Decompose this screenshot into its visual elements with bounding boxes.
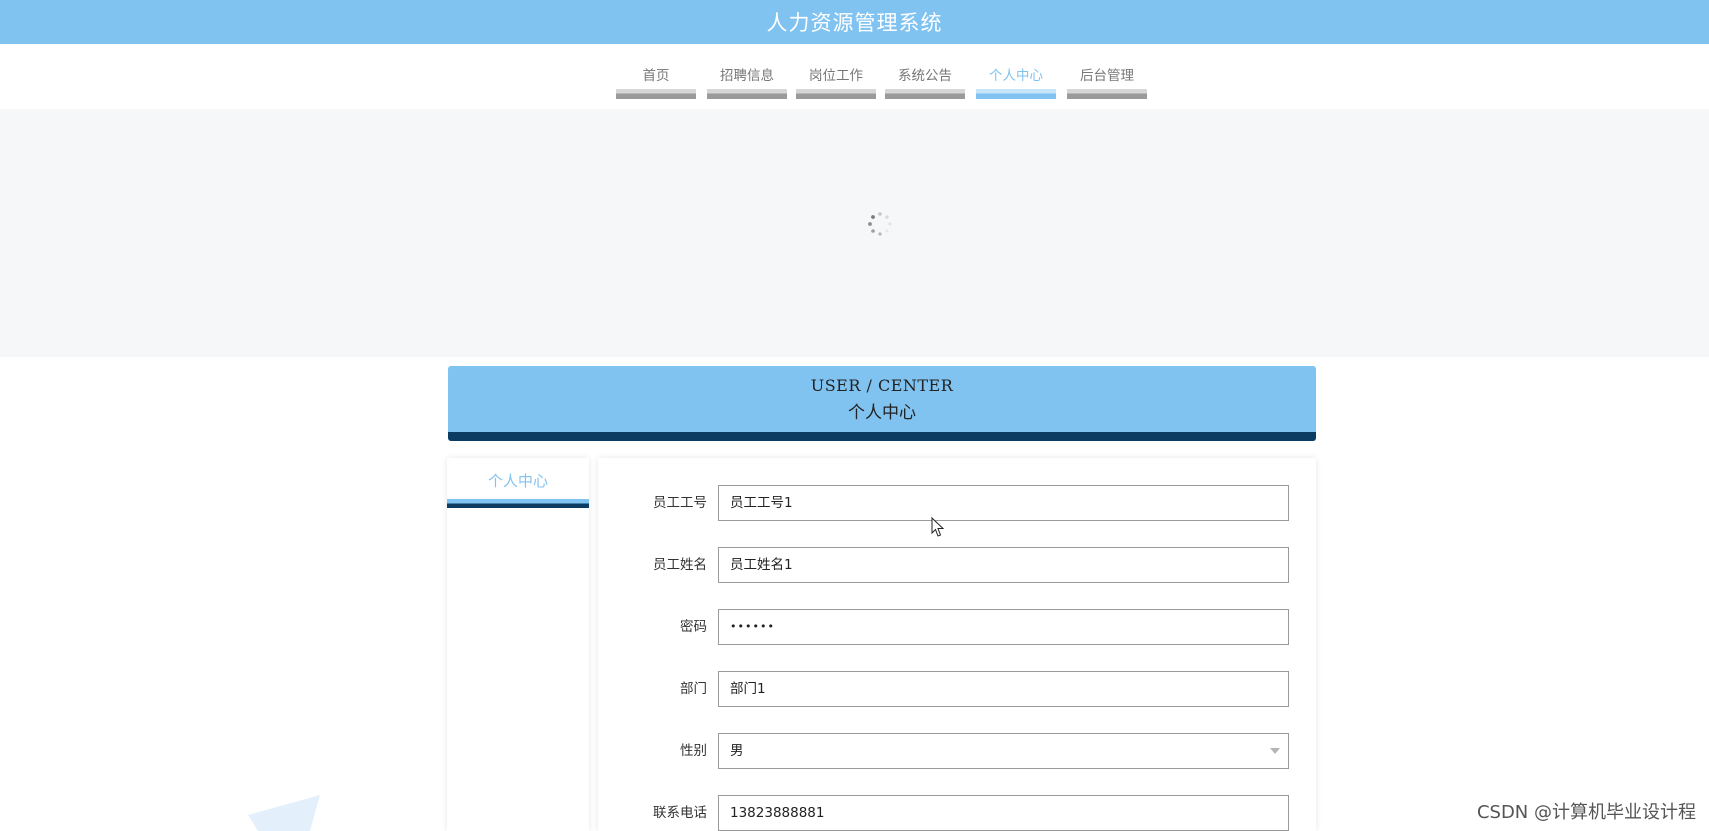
spinner-icon: [868, 212, 892, 236]
phone-label: 联系电话: [653, 805, 707, 821]
employee-id-value: 员工工号1: [730, 495, 793, 511]
nav-item-label: 系统公告: [898, 68, 952, 84]
profile-form: 员工工号 员工工号1 员工姓名 员工姓名1 密码 •••••• 部门 部门1 性…: [598, 458, 1316, 831]
nav-item-label: 后台管理: [1080, 68, 1134, 84]
title-bar: 人力资源管理系统: [0, 0, 1709, 44]
phone-value: 13823888881: [730, 805, 825, 821]
nav-item-positions[interactable]: 岗位工作: [796, 44, 876, 100]
banner-carousel: [0, 109, 1709, 357]
employee-name-label: 员工姓名: [653, 557, 707, 573]
department-label: 部门: [680, 681, 707, 697]
form-row-phone: 联系电话 13823888881: [598, 795, 1316, 831]
section-header: USER / CENTER 个人中心: [448, 366, 1316, 434]
sidebar: 个人中心: [447, 458, 589, 831]
employee-name-input[interactable]: 员工姓名1: [718, 547, 1289, 583]
employee-name-value: 员工姓名1: [730, 557, 793, 573]
nav-item-user-center[interactable]: 个人中心: [976, 44, 1056, 100]
phone-input[interactable]: 13823888881: [718, 795, 1289, 831]
nav-item-underline: [616, 89, 696, 99]
gender-value: 男: [730, 743, 744, 759]
nav-item-label: 岗位工作: [809, 68, 863, 84]
form-row-employee-name: 员工姓名 员工姓名1: [598, 547, 1316, 583]
sidebar-item-label: 个人中心: [487, 472, 548, 490]
password-value: ••••••: [730, 620, 775, 633]
gender-select[interactable]: 男: [718, 733, 1289, 769]
employee-id-label: 员工工号: [653, 495, 707, 511]
section-title-cn: 个人中心: [848, 403, 916, 423]
nav-item-announcements[interactable]: 系统公告: [885, 44, 965, 100]
section-header-underline: [448, 432, 1316, 441]
form-row-password: 密码 ••••••: [598, 609, 1316, 645]
mouse-cursor-icon: [931, 517, 945, 537]
main-nav: 首页 招聘信息 岗位工作 系统公告 个人中心 后台管理: [0, 44, 1709, 109]
decorative-shape: [248, 795, 320, 831]
nav-item-recruitment[interactable]: 招聘信息: [707, 44, 787, 100]
gender-label: 性别: [680, 743, 707, 759]
nav-item-underline: [796, 89, 876, 99]
caret-down-icon: [1270, 748, 1280, 754]
form-row-department: 部门 部门1: [598, 671, 1316, 707]
nav-item-home[interactable]: 首页: [616, 44, 696, 100]
watermark: CSDN @计算机毕业设计程: [1476, 802, 1696, 823]
nav-item-underline: [976, 89, 1056, 99]
nav-item-underline: [1067, 89, 1147, 99]
app-title: 人力资源管理系统: [766, 11, 943, 35]
sidebar-item-underline: [447, 499, 589, 508]
sidebar-item-user-center[interactable]: 个人中心: [447, 458, 589, 510]
nav-item-admin[interactable]: 后台管理: [1067, 44, 1147, 100]
form-row-gender: 性别 男: [598, 733, 1316, 769]
nav-item-label: 首页: [642, 68, 670, 84]
nav-item-label: 招聘信息: [720, 68, 774, 84]
department-input[interactable]: 部门1: [718, 671, 1289, 707]
password-input[interactable]: ••••••: [718, 609, 1289, 645]
section-title-en: USER / CENTER: [810, 376, 954, 395]
password-label: 密码: [680, 619, 707, 635]
nav-item-label: 个人中心: [989, 68, 1043, 84]
department-value: 部门1: [730, 681, 766, 697]
form-row-employee-id: 员工工号 员工工号1: [598, 485, 1316, 521]
nav-item-underline: [885, 89, 965, 99]
employee-id-input[interactable]: 员工工号1: [718, 485, 1289, 521]
nav-item-underline: [707, 89, 787, 99]
